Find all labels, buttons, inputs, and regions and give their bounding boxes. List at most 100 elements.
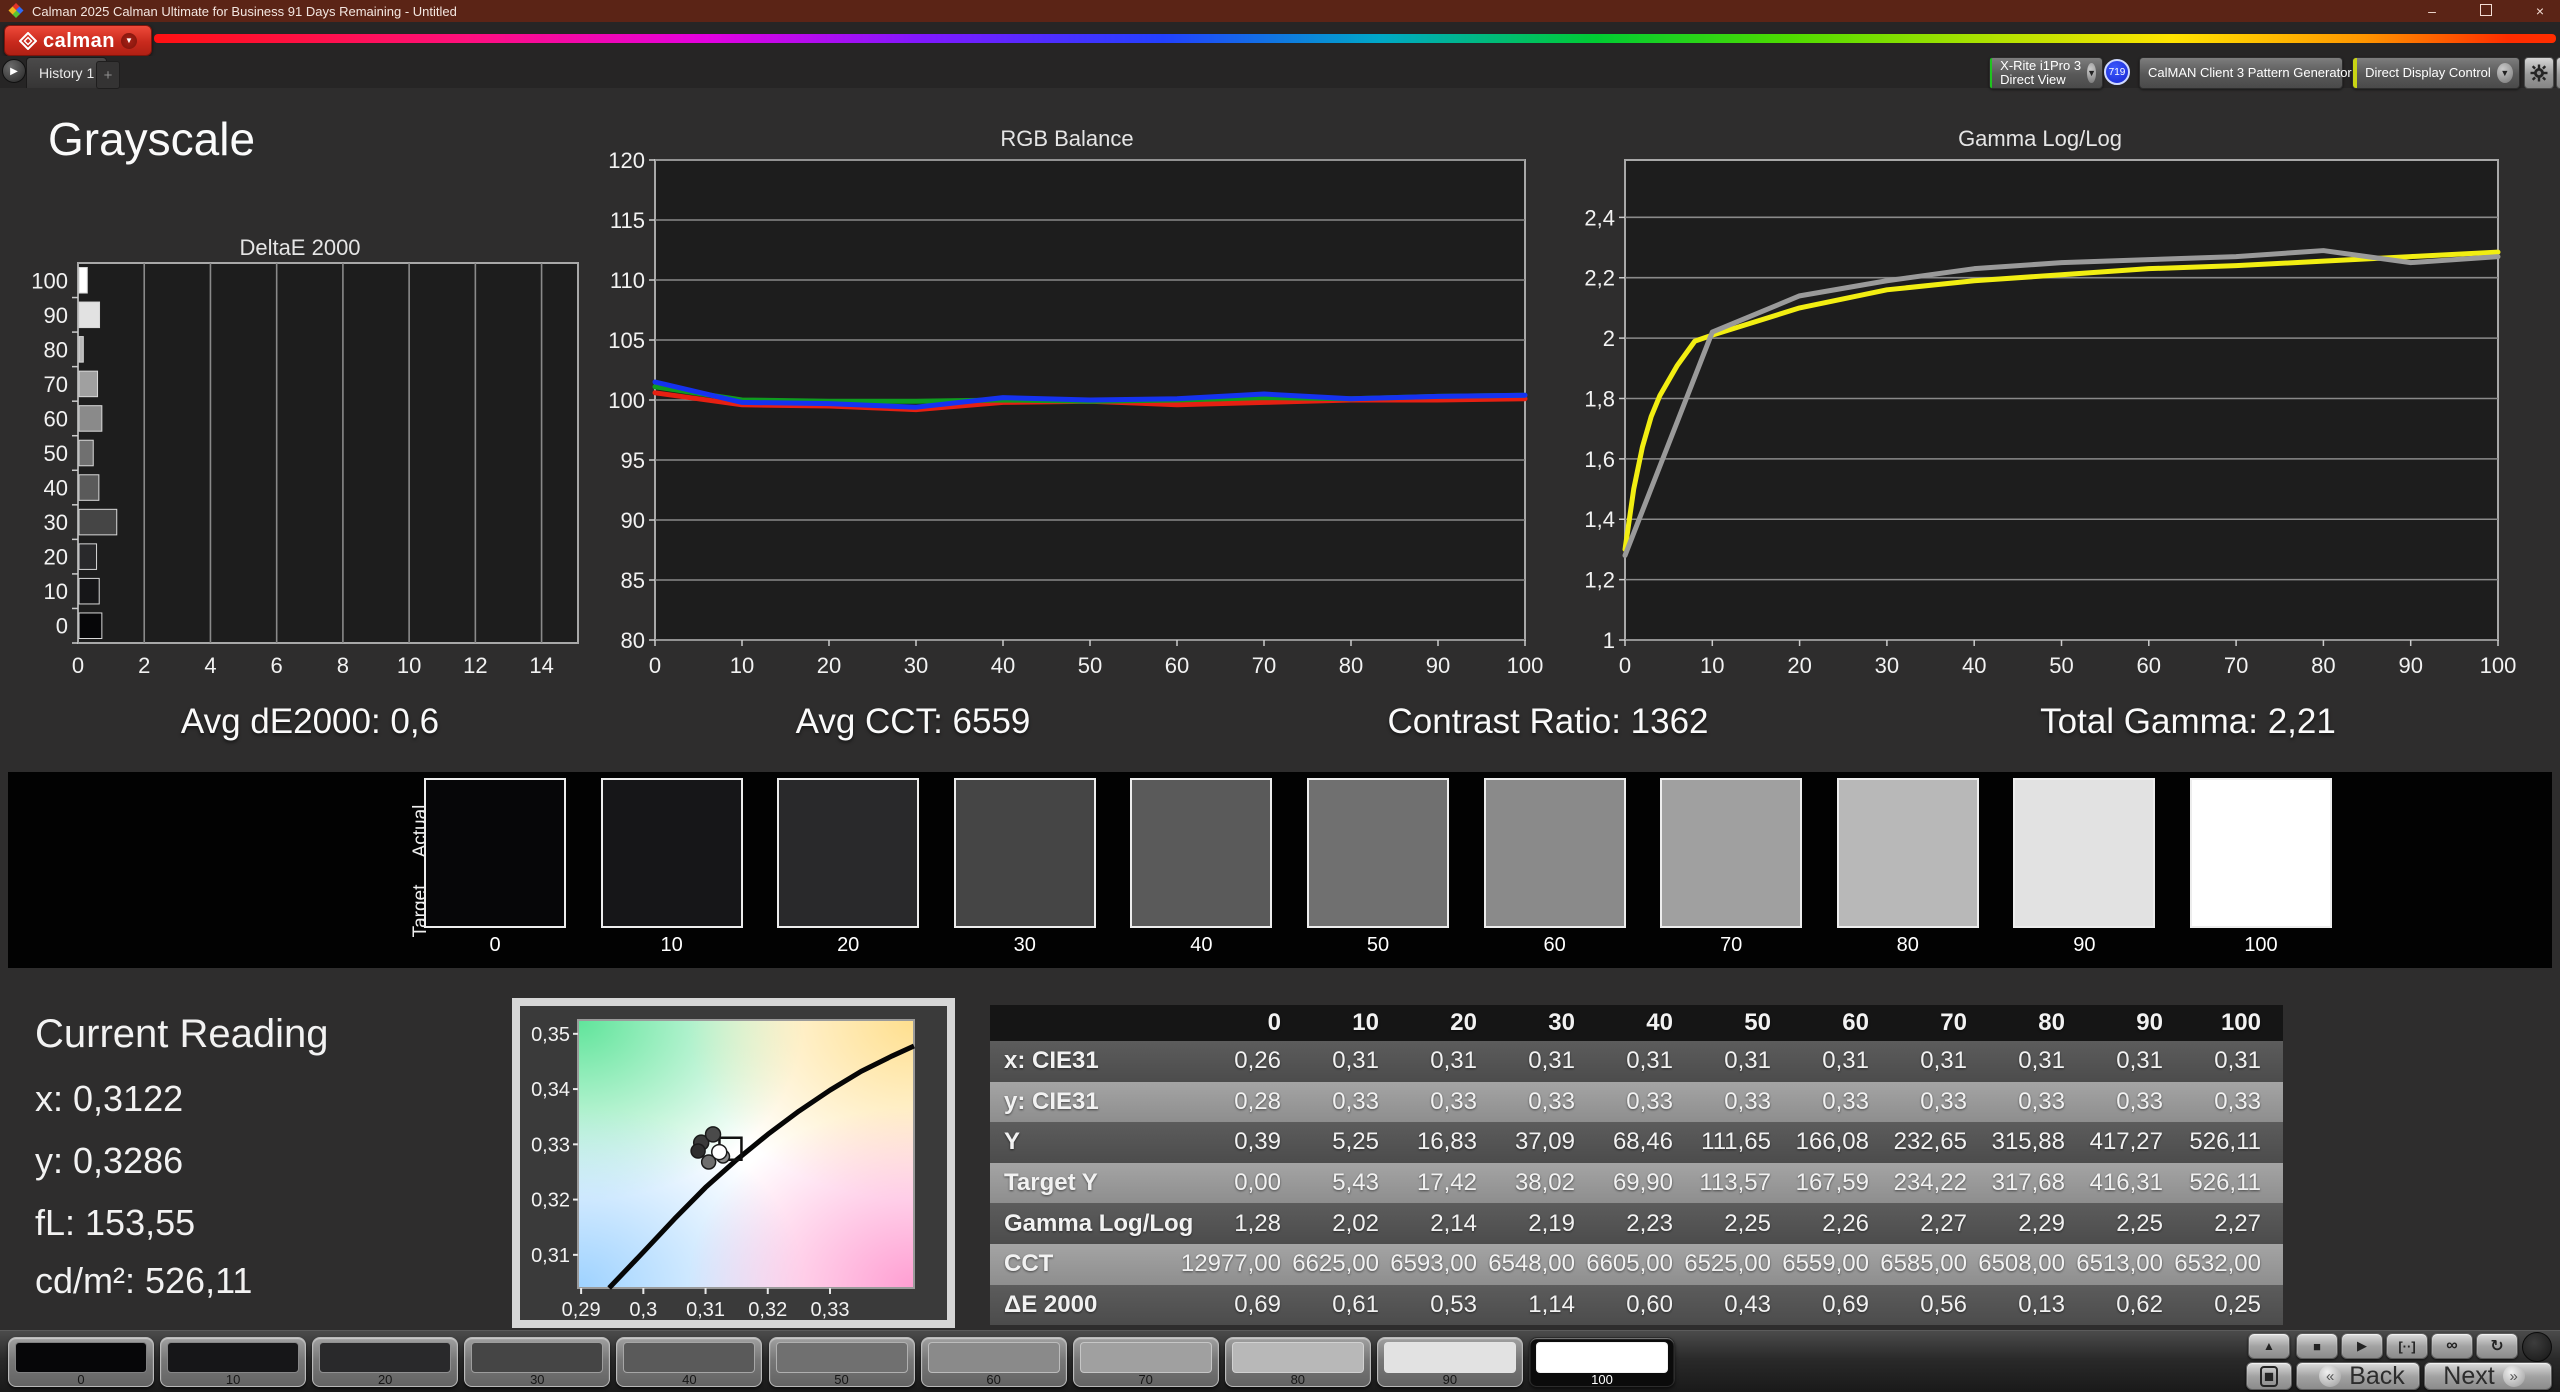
tick-label: 2,2 xyxy=(1584,266,1615,291)
tick-label: 80 xyxy=(621,628,645,653)
pattern-level-label: 100 xyxy=(1530,1372,1674,1387)
tick-label: 0,29 xyxy=(562,1299,601,1320)
table-row: x: CIE310,260,310,310,310,310,310,310,31… xyxy=(990,1041,2283,1082)
table-cell: 417,27 xyxy=(2087,1122,2185,1163)
pattern-level-button-20[interactable]: 20 xyxy=(312,1337,458,1387)
table-cell: 0,69 xyxy=(1793,1285,1891,1326)
table-cell: 0,25 xyxy=(2185,1285,2283,1326)
back-button[interactable]: « Back xyxy=(2296,1362,2420,1390)
continuous-button[interactable]: ∞ xyxy=(2431,1333,2473,1359)
table-cell: 0,43 xyxy=(1695,1285,1793,1326)
tick-label: 50 xyxy=(1078,653,1102,678)
pattern-swatch xyxy=(1536,1342,1668,1373)
table-cell: 0,62 xyxy=(2087,1285,2185,1326)
table-corner-cell xyxy=(990,1005,1205,1041)
table-cell: 6605,00 xyxy=(1597,1244,1695,1285)
table-cell: 2,29 xyxy=(1989,1203,2087,1244)
measured-point xyxy=(691,1144,705,1158)
table-cell: 68,46 xyxy=(1597,1122,1695,1163)
pattern-level-button-70[interactable]: 70 xyxy=(1073,1337,1219,1387)
arrow-up-icon: ▲ xyxy=(2263,1339,2275,1353)
pattern-level-button-90[interactable]: 90 xyxy=(1377,1337,1523,1387)
display-control-dropdown[interactable]: Direct Display Control ▼ xyxy=(2352,57,2520,89)
grayscale-swatch-20 xyxy=(777,778,919,928)
table-cell: 526,11 xyxy=(2185,1122,2283,1163)
pattern-level-button-80[interactable]: 80 xyxy=(1225,1337,1371,1387)
current-reading-title: Current Reading xyxy=(35,1012,329,1057)
meter-dropdown[interactable]: X-Rite i1Pro 3 Direct View ▼ xyxy=(1989,57,2103,89)
tick-label: 10 xyxy=(397,653,421,678)
pattern-level-button-10[interactable]: 10 xyxy=(160,1337,306,1387)
tick-label: 0 xyxy=(56,614,68,639)
window-titlebar: Calman 2025 Calman Ultimate for Business… xyxy=(0,0,2560,22)
next-button[interactable]: Next » xyxy=(2424,1362,2552,1390)
range-button[interactable]: [··] xyxy=(2386,1333,2428,1359)
pattern-level-label: 20 xyxy=(313,1372,457,1387)
table-cell: 6525,00 xyxy=(1695,1244,1793,1285)
close-icon[interactable]: × xyxy=(2526,1,2554,21)
stop-pattern-button[interactable]: ■ xyxy=(2246,1362,2292,1390)
expand-tabs-icon[interactable]: ▶ xyxy=(2,59,26,83)
pattern-level-label: 50 xyxy=(770,1372,914,1387)
minimize-icon[interactable]: – xyxy=(2418,1,2446,21)
settings-button[interactable] xyxy=(2524,57,2554,89)
tick-label: 10 xyxy=(730,653,754,678)
loop-button[interactable]: ↻ xyxy=(2476,1333,2518,1359)
tick-label: 10 xyxy=(1700,653,1724,678)
reading-x: x: 0,3122 xyxy=(35,1078,183,1120)
pattern-level-button-60[interactable]: 60 xyxy=(921,1337,1067,1387)
table-cell: 0,33 xyxy=(1303,1082,1401,1123)
tick-label: 1,6 xyxy=(1584,447,1615,472)
pattern-level-button-0[interactable]: 0 xyxy=(8,1337,154,1387)
pattern-level-label: 30 xyxy=(465,1372,609,1387)
table-cell: 6585,00 xyxy=(1891,1244,1989,1285)
pattern-level-button-50[interactable]: 50 xyxy=(769,1337,915,1387)
next-label: Next xyxy=(2443,1362,2494,1391)
table-cell: 38,02 xyxy=(1499,1163,1597,1204)
add-tab-button[interactable]: + xyxy=(96,61,120,89)
pattern-level-button-100[interactable]: 100 xyxy=(1529,1337,1675,1387)
grayscale-swatch-90 xyxy=(2013,778,2155,928)
play-button[interactable]: ▶ xyxy=(2341,1333,2383,1359)
tick-label: 80 xyxy=(1339,653,1363,678)
tick-label: 0,33 xyxy=(811,1299,850,1320)
tick-label: 90 xyxy=(621,508,645,533)
pattern-level-button-40[interactable]: 40 xyxy=(616,1337,762,1387)
tick-label: 30 xyxy=(44,510,68,535)
tick-label: 1,2 xyxy=(1584,568,1615,593)
table-cell: 0,26 xyxy=(1205,1041,1303,1082)
infinity-icon: ∞ xyxy=(2446,1337,2457,1355)
tick-label: 0,32 xyxy=(531,1190,570,1212)
record-indicator-button[interactable] xyxy=(2522,1332,2552,1362)
table-cell: 5,43 xyxy=(1303,1163,1401,1204)
pattern-level-label: 70 xyxy=(1074,1372,1218,1387)
tick-label: 40 xyxy=(1962,653,1986,678)
table-row-label: y: CIE31 xyxy=(990,1082,1205,1123)
tick-label: 30 xyxy=(904,653,928,678)
bottom-bar: 0102030405060708090100 ▲ ■ ■ ▶ [··] ∞ ↻ … xyxy=(0,1330,2560,1392)
table-row-label: ΔE 2000 xyxy=(990,1285,1205,1326)
tick-label: 60 xyxy=(1165,653,1189,678)
table-row: Target Y0,005,4317,4238,0269,90113,57167… xyxy=(990,1163,2283,1204)
tick-label: Gamma Log/Log xyxy=(1958,126,2122,151)
tick-label: 12 xyxy=(463,653,487,678)
tick-label: 115 xyxy=(610,208,645,233)
tick-label: 90 xyxy=(44,303,68,328)
pattern-level-button-30[interactable]: 30 xyxy=(464,1337,610,1387)
table-cell: 6625,00 xyxy=(1303,1244,1401,1285)
collapse-toolbar-button[interactable]: ◀ xyxy=(2556,57,2560,89)
stop-button[interactable]: ■ xyxy=(2296,1333,2338,1359)
table-col-header-50: 50 xyxy=(1695,1005,1793,1041)
tick-label: 60 xyxy=(2137,653,2161,678)
collapse-panel-button[interactable]: ▲ xyxy=(2248,1333,2290,1359)
reading-y: y: 0,3286 xyxy=(35,1140,183,1182)
table-cell: 6513,00 xyxy=(2087,1244,2185,1285)
table-cell: 0,33 xyxy=(1891,1082,1989,1123)
pattern-generator-dropdown[interactable]: CalMAN Client 3 Pattern Generator ▼ xyxy=(2139,57,2343,89)
table-cell: 315,88 xyxy=(1989,1122,2087,1163)
tick-label: 100 xyxy=(1507,653,1544,678)
calman-menu-button[interactable]: calman ▼ xyxy=(4,25,152,56)
maximize-icon[interactable] xyxy=(2472,1,2500,21)
pattern-level-label: 80 xyxy=(1226,1372,1370,1387)
deltae-bar-0 xyxy=(79,613,102,639)
